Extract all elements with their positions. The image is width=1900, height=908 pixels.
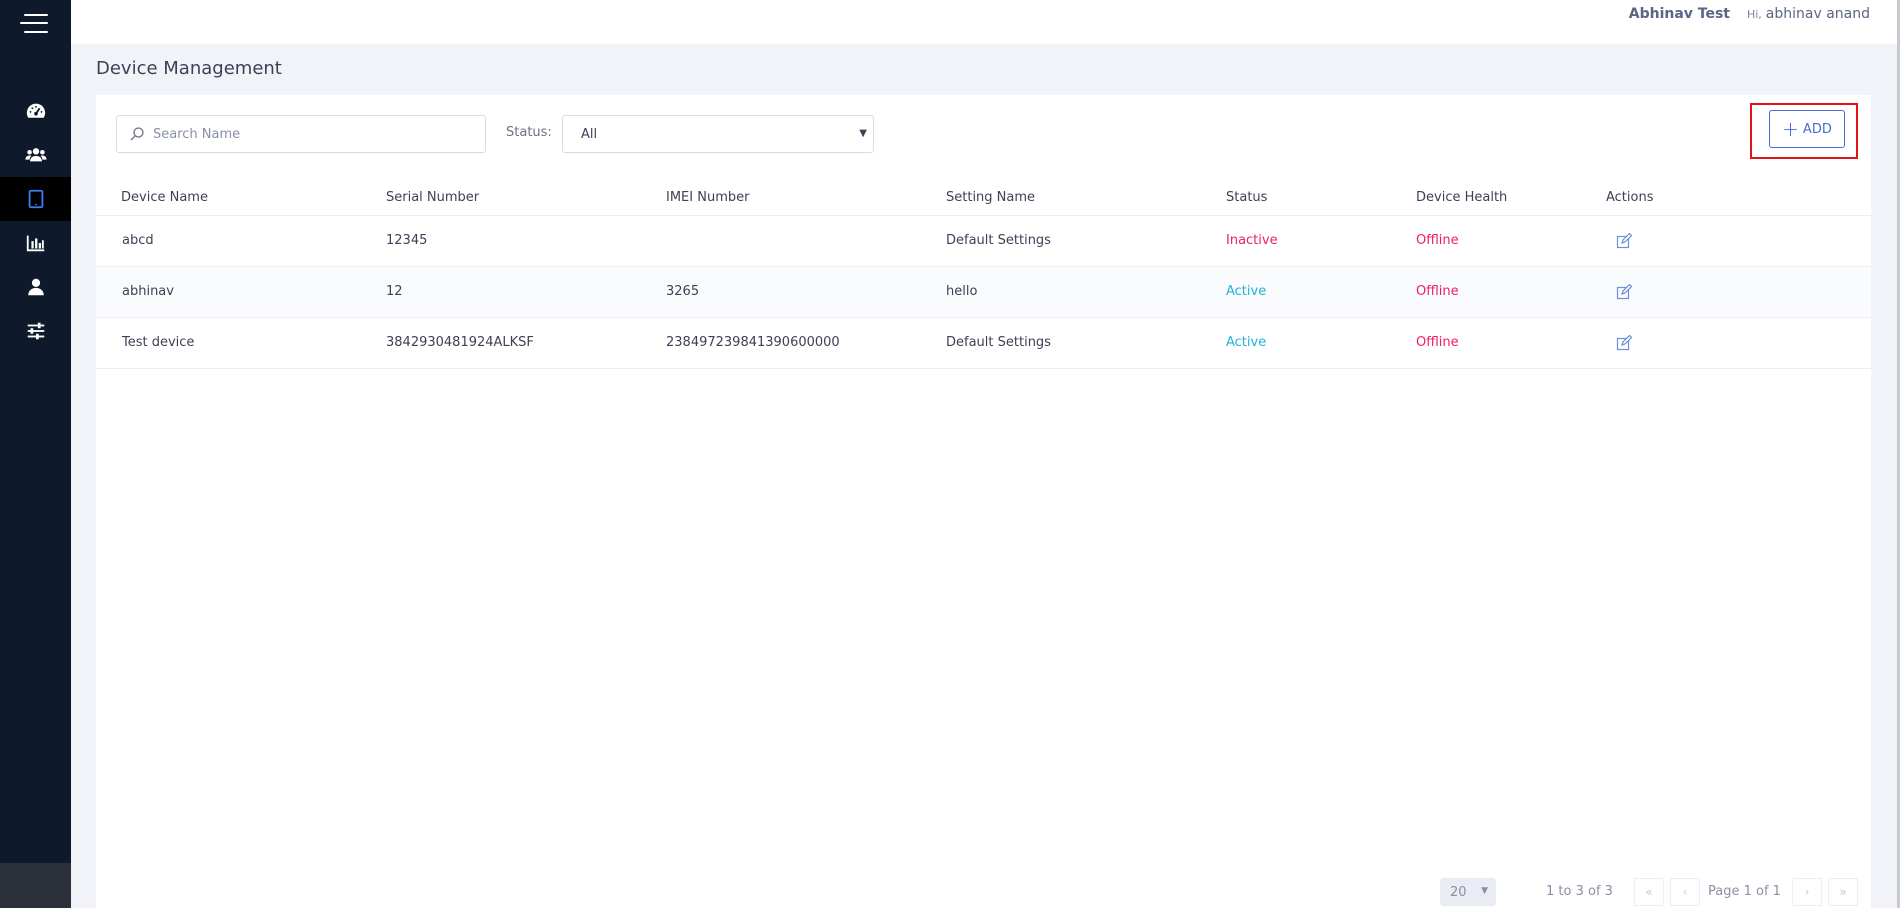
last-page-button[interactable]: » [1828, 878, 1858, 906]
table-row[interactable]: Test device 3842930481924ALKSF 238497239… [96, 318, 1871, 369]
column-header-device-health[interactable]: Device Health [1416, 190, 1507, 205]
cell-device-name: abcd [122, 233, 154, 248]
search-icon [130, 127, 144, 141]
prev-page-button[interactable]: ‹ [1670, 878, 1700, 906]
organization-name: Abhinav Test [1628, 6, 1730, 22]
edit-icon[interactable] [1616, 232, 1633, 253]
table-header: Device Name Serial Number IMEI Number Se… [96, 180, 1871, 216]
cell-serial-number: 3842930481924ALKSF [386, 335, 534, 350]
devices-table: Device Name Serial Number IMEI Number Se… [96, 180, 1871, 369]
greeting-prefix: Hi, [1746, 8, 1762, 21]
sidebar-footer [0, 863, 71, 908]
edit-icon[interactable] [1616, 334, 1633, 355]
user-icon [27, 278, 44, 296]
search-box[interactable] [116, 115, 486, 153]
cell-status: Active [1226, 284, 1267, 299]
sliders-icon [27, 322, 44, 340]
sidebar-item-reports[interactable] [0, 221, 71, 265]
sidebar-item-users[interactable] [0, 133, 71, 177]
cell-device-health: Offline [1416, 284, 1459, 299]
column-header-device-name[interactable]: Device Name [121, 190, 208, 205]
cell-imei-number: 238497239841390600000 [666, 335, 840, 350]
cell-serial-number: 12 [386, 284, 403, 299]
column-header-imei-number[interactable]: IMEI Number [666, 190, 749, 205]
chevron-right-icon: › [1804, 885, 1810, 899]
page-info: Page 1 of 1 [1708, 884, 1781, 899]
edit-icon[interactable] [1616, 283, 1633, 304]
cell-device-health: Offline [1416, 233, 1459, 248]
bar-chart-icon [26, 235, 44, 252]
cell-setting-name: Default Settings [946, 335, 1051, 350]
cell-status: Active [1226, 335, 1267, 350]
page-size-value: 20 [1450, 884, 1467, 900]
search-input[interactable] [153, 126, 473, 142]
top-header: Abhinav Test Hi, abhinav anand [71, 0, 1900, 44]
hamburger-menu-icon[interactable] [20, 13, 48, 35]
add-device-button[interactable]: + ADD [1769, 110, 1845, 148]
tablet-icon [28, 189, 43, 209]
cell-status: Inactive [1226, 233, 1278, 248]
table-row[interactable]: abhinav 12 3265 hello Active Offline [96, 267, 1871, 318]
plus-icon: + [1782, 117, 1799, 141]
next-page-button[interactable]: › [1792, 878, 1822, 906]
device-card: Status: All ▼ + ADD Device Name Serial N… [96, 95, 1871, 908]
add-button-label: ADD [1802, 121, 1832, 137]
sidebar [0, 0, 71, 908]
first-page-button[interactable]: « [1634, 878, 1664, 906]
pagination-range: 1 to 3 of 3 [1546, 884, 1613, 899]
cell-device-health: Offline [1416, 335, 1459, 350]
column-header-status[interactable]: Status [1226, 190, 1267, 205]
column-header-actions: Actions [1606, 190, 1654, 205]
sidebar-item-devices[interactable] [0, 177, 71, 221]
table-row[interactable]: abcd 12345 Default Settings Inactive Off… [96, 216, 1871, 267]
cell-setting-name: Default Settings [946, 233, 1051, 248]
cell-serial-number: 12345 [386, 233, 428, 248]
pagination: 20 ▼ 1 to 3 of 3 « ‹ Page 1 of 1 › » [96, 878, 1871, 908]
speedometer-icon [26, 103, 45, 118]
column-header-setting-name[interactable]: Setting Name [946, 190, 1035, 205]
chevron-left-icon: ‹ [1682, 885, 1688, 899]
caret-down-icon: ▼ [1481, 886, 1488, 896]
caret-down-icon: ▼ [859, 128, 867, 139]
cell-imei-number: 3265 [666, 284, 700, 299]
sidebar-item-settings[interactable] [0, 309, 71, 353]
status-select-value: All [581, 126, 598, 142]
double-chevron-left-icon: « [1645, 885, 1653, 899]
status-filter-label: Status: [506, 125, 552, 140]
cell-setting-name: hello [946, 284, 978, 299]
page-title: Device Management [96, 58, 282, 79]
sidebar-item-profile[interactable] [0, 265, 71, 309]
user-greeting[interactable]: Hi, abhinav anand [1747, 6, 1870, 22]
column-header-serial-number[interactable]: Serial Number [386, 190, 479, 205]
cell-device-name: Test device [122, 335, 195, 350]
page-size-select[interactable]: 20 ▼ [1440, 878, 1496, 906]
users-icon [24, 148, 47, 162]
cell-device-name: abhinav [122, 284, 174, 299]
double-chevron-right-icon: » [1839, 885, 1847, 899]
status-select[interactable]: All ▼ [562, 115, 874, 153]
user-name: abhinav anand [1765, 6, 1870, 22]
sidebar-item-dashboard[interactable] [0, 89, 71, 133]
